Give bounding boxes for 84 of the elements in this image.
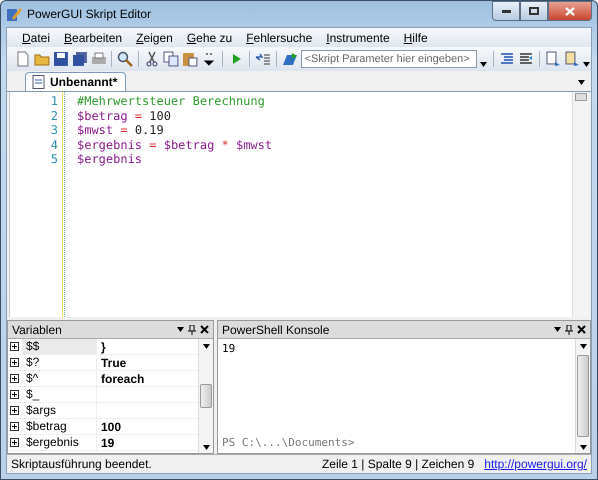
line-number: 4 xyxy=(50,138,58,152)
expand-icon[interactable] xyxy=(10,406,19,415)
save-icon[interactable] xyxy=(52,51,69,67)
variable-name: $^ xyxy=(22,371,97,386)
line-number: 2 xyxy=(50,108,58,123)
code-line: $mwst = 0.19 xyxy=(77,123,165,138)
scrollbar[interactable] xyxy=(575,339,590,453)
expand-icon[interactable] xyxy=(10,342,19,351)
variable-value: foreach xyxy=(100,372,146,386)
variable-name: $? xyxy=(22,355,97,370)
scroll-down-icon[interactable] xyxy=(202,445,210,450)
variable-value: } xyxy=(100,340,107,354)
panel-menu-icon[interactable] xyxy=(177,327,184,332)
menu-item[interactable]: Instrumente xyxy=(319,30,397,44)
cut-icon[interactable] xyxy=(144,51,160,67)
close-icon xyxy=(565,6,575,16)
scrollbar[interactable] xyxy=(572,92,589,317)
copy-icon[interactable] xyxy=(163,51,180,67)
powershell-icon[interactable] xyxy=(282,51,298,67)
console-prompt: PS C:\...\Documents> xyxy=(222,436,356,449)
maximize-button[interactable] xyxy=(520,1,548,21)
search-icon[interactable] xyxy=(117,51,134,67)
minimize-icon xyxy=(502,10,510,12)
editor-tab[interactable]: Unbenannt* xyxy=(25,72,126,91)
tab-list-icon[interactable] xyxy=(578,80,585,84)
document-script-icon[interactable] xyxy=(564,51,580,67)
console-output: 19 xyxy=(222,342,236,355)
parameters-field[interactable]: <Skript Parameter hier eingeben> xyxy=(300,50,478,68)
close-button[interactable] xyxy=(548,1,592,21)
menu-item[interactable]: Bearbeiten xyxy=(57,30,130,44)
expand-icon[interactable] xyxy=(10,438,19,447)
menu-item[interactable]: Hilfe xyxy=(396,30,435,44)
variable-name: $betrag xyxy=(22,419,97,434)
menu-item[interactable]: Datei xyxy=(15,30,58,44)
pin-icon[interactable] xyxy=(565,324,573,334)
step-icon[interactable] xyxy=(254,51,271,67)
cursor-position: Zeile 1 | Spalte 9 | Zeichen 9 xyxy=(322,457,474,471)
expand-icon[interactable] xyxy=(10,422,19,431)
website-link[interactable]: http://powergui.org/ xyxy=(484,457,587,471)
variable-name: $ergebnis xyxy=(22,435,97,450)
scrollbar[interactable] xyxy=(198,339,213,453)
code-line: #Mehrwertsteuer Berechnung xyxy=(77,94,266,108)
code-line: $ergebnis xyxy=(77,152,144,166)
close-icon[interactable] xyxy=(577,325,586,334)
panel-menu-icon[interactable] xyxy=(554,327,561,332)
variable-name: $_ xyxy=(22,387,97,402)
scroll-thumb[interactable] xyxy=(577,355,589,437)
variable-name: $args xyxy=(22,403,97,418)
menu-item[interactable]: Zeigen xyxy=(129,30,180,44)
variable-value: 100 xyxy=(100,420,122,434)
line-number: 5 xyxy=(50,152,58,166)
toolbar-options-icon[interactable] xyxy=(583,62,590,67)
new-file-icon[interactable] xyxy=(15,51,31,67)
paste-icon[interactable] xyxy=(182,51,198,67)
panel-title: PowerShell Konsole xyxy=(222,322,330,336)
scroll-thumb[interactable] xyxy=(200,384,212,408)
menu-item[interactable]: Fehlersuche xyxy=(239,30,320,44)
variable-name: $$ xyxy=(22,339,97,354)
printer-icon[interactable] xyxy=(90,51,106,67)
line-number: 3 xyxy=(50,123,58,138)
window-title: PowerGUI Skript Editor xyxy=(27,7,152,21)
maximize-icon xyxy=(529,7,539,15)
panel-title: Variablen xyxy=(12,322,63,336)
status-message: Skriptausführung beendet. xyxy=(11,457,153,471)
app-icon xyxy=(6,6,22,22)
expand-icon[interactable] xyxy=(10,374,19,383)
menu-item[interactable]: Gehe zu xyxy=(180,30,240,44)
dropdown-icon[interactable] xyxy=(480,62,488,67)
expand-icon[interactable] xyxy=(10,390,19,399)
variable-value: True xyxy=(100,356,128,370)
overflow-icon[interactable] xyxy=(201,51,217,67)
save-all-icon[interactable] xyxy=(72,51,88,67)
code-line: $betrag = 100 xyxy=(77,108,172,123)
scroll-down-icon[interactable] xyxy=(580,445,586,450)
minimize-button[interactable] xyxy=(492,1,520,21)
scroll-thumb[interactable] xyxy=(575,93,587,101)
document-icon[interactable] xyxy=(545,51,562,67)
expand-icon[interactable] xyxy=(10,358,19,367)
variable-value: 19 xyxy=(100,436,116,450)
code-line: $ergebnis = $betrag * $mwst xyxy=(77,138,274,152)
line-number: 1 xyxy=(50,94,58,108)
close-icon[interactable] xyxy=(200,325,209,334)
script-file-icon xyxy=(32,75,46,89)
pin-icon[interactable] xyxy=(188,324,196,334)
